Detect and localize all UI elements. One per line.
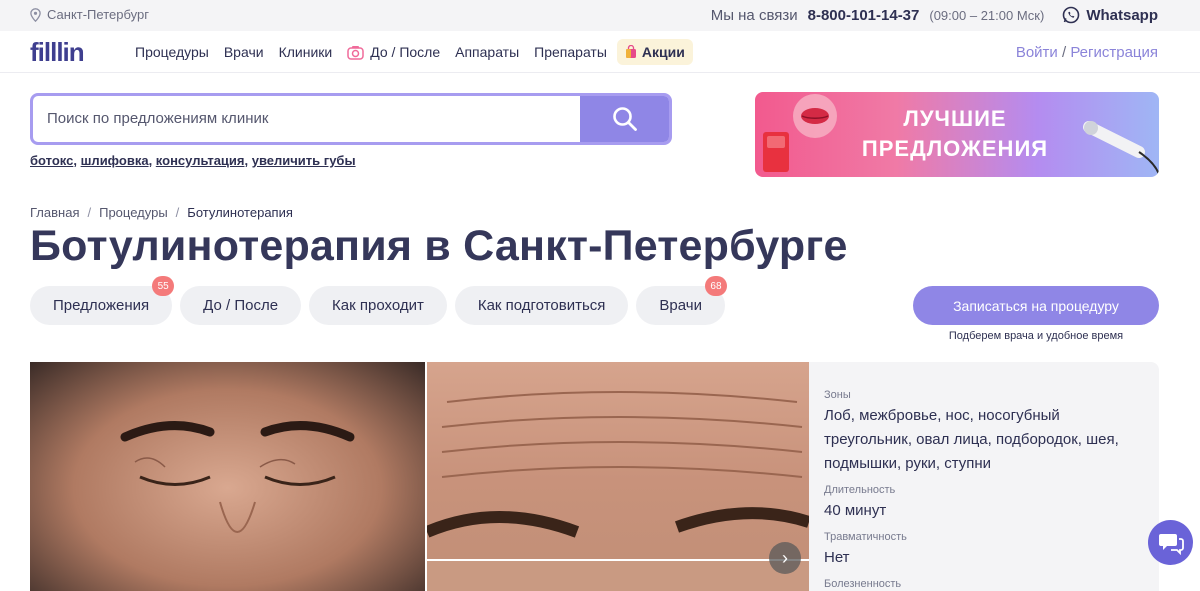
breadcrumb-separator: / [175, 205, 180, 220]
banner-line-2: ПРЕДЛОЖЕНИЯ [861, 136, 1049, 161]
nav-item-drugs[interactable]: Препараты [534, 44, 607, 60]
tab-offers-label: Предложения [53, 297, 150, 314]
nav-item-doctors[interactable]: Врачи [224, 44, 264, 60]
nav-item-promo[interactable]: Акции [616, 39, 693, 65]
search-hints: ботокс, шлифовка, консультация, увеличит… [30, 153, 356, 168]
banner-text: ЛУЧШИЕ ПРЕДЛОЖЕНИЯ [845, 104, 1065, 164]
nav-item-devices[interactable]: Аппараты [455, 44, 519, 60]
photo-gallery: › [30, 362, 809, 591]
promo-banner[interactable]: ЛУЧШИЕ ПРЕДЛОЖЕНИЯ [755, 92, 1159, 177]
main-nav: filllin Процедуры Врачи Клиники До / Пос… [0, 31, 1200, 73]
hint-link[interactable]: увеличить губы [252, 153, 356, 168]
search-input[interactable]: Поиск по предложениям клиник [47, 110, 268, 127]
chat-button[interactable] [1148, 520, 1193, 565]
doctors-count-badge: 68 [704, 276, 727, 296]
nav-item-before-after[interactable]: До / После [347, 44, 440, 60]
search-icon [612, 107, 637, 131]
banner-line-1: ЛУЧШИЕ [903, 106, 1007, 131]
city-selector[interactable]: Санкт-Петербург [30, 7, 149, 22]
nav-item-clinics[interactable]: Клиники [279, 44, 333, 60]
search-button[interactable] [580, 96, 669, 142]
nav-item-before-after-label: До / После [370, 44, 441, 60]
pain-label: Болезненность [824, 578, 902, 590]
tab-doctors[interactable]: Врачи 68 [636, 276, 727, 325]
site-logo[interactable]: filllin [30, 37, 85, 68]
breadcrumb-procedures[interactable]: Процедуры [99, 205, 168, 220]
procedure-info-panel: Зоны Лоб, межбровье, нос, носогубный тре… [809, 362, 1159, 591]
gallery-photo-forehead[interactable] [424, 362, 809, 559]
register-link[interactable]: Регистрация [1070, 44, 1158, 61]
section-tabs: Предложения 55 До / После Как проходит К… [30, 276, 727, 325]
cta-subtitle: Подберем врача и удобное время [948, 330, 1124, 342]
duration-value: 40 минут [824, 502, 887, 519]
whatsapp-link[interactable]: Whatsapp [1062, 6, 1158, 24]
location-pin-icon [30, 7, 41, 22]
phone-link[interactable]: 8-800-101-14-37 [808, 7, 920, 24]
nav-menu: Процедуры Врачи Клиники До / После Аппар… [135, 39, 693, 65]
offers-count-badge: 55 [152, 276, 175, 296]
tab-how-it-goes-label: Как проходит [332, 297, 424, 314]
gallery-photo-forehead-after[interactable] [427, 561, 809, 591]
lips-illustration [763, 94, 837, 172]
contact-block: Мы на связи 8-800-101-14-37 (09:00 – 21:… [711, 6, 1158, 24]
whatsapp-icon [1063, 6, 1080, 24]
page-title: Ботулинотерапия в Санкт-Петербурге [30, 222, 848, 270]
breadcrumb-current: Ботулинотерапия [187, 205, 293, 220]
zones-label: Зоны [824, 389, 851, 401]
breadcrumb-separator: / [87, 205, 92, 220]
nav-item-promo-label: Акции [641, 44, 685, 60]
login-link[interactable]: Войти [1016, 44, 1058, 61]
tab-before-after-label: До / После [203, 297, 279, 314]
trauma-value: Нет [824, 549, 850, 566]
hint-link[interactable]: консультация [156, 153, 245, 168]
search-box[interactable]: Поиск по предложениям клиник [30, 93, 672, 145]
tab-offers[interactable]: Предложения 55 [30, 276, 175, 325]
auth-links: Войти / Регистрация [1016, 44, 1158, 61]
contact-label: Мы на связи [710, 6, 798, 24]
hint-link[interactable]: ботокс [30, 153, 73, 168]
shopping-bag-icon [625, 45, 636, 58]
device-illustration [1083, 121, 1159, 175]
breadcrumb-home[interactable]: Главная [30, 205, 79, 220]
tab-preparation[interactable]: Как подготовиться [454, 286, 629, 325]
city-label: Санкт-Петербург [47, 7, 149, 22]
auth-separator: / [1061, 44, 1067, 61]
work-hours: (09:00 – 21:00 Мск) [929, 7, 1045, 23]
camera-icon [347, 45, 364, 60]
face-illustration [120, 421, 355, 533]
breadcrumb: Главная / Процедуры / Ботулинотерапия [30, 205, 293, 220]
whatsapp-label: Whatsapp [1086, 6, 1158, 24]
hint-link[interactable]: шлифовка [81, 153, 149, 168]
tab-doctors-label: Врачи [659, 297, 702, 314]
gallery-next-arrow[interactable]: › [769, 542, 801, 574]
chat-icon [1158, 533, 1184, 555]
tab-preparation-label: Как подготовиться [477, 297, 606, 314]
nav-item-procedures[interactable]: Процедуры [135, 44, 209, 60]
book-procedure-button[interactable]: Записаться на процедуру [913, 286, 1159, 325]
zones-value: Лоб, межбровье, нос, носогубный треуголь… [824, 407, 1119, 472]
gallery-photo-face[interactable] [30, 362, 425, 591]
trauma-label: Травматичность [824, 531, 907, 543]
tab-how-it-goes[interactable]: Как проходит [309, 286, 447, 325]
top-bar: Санкт-Петербург Мы на связи 8-800-101-14… [0, 0, 1200, 31]
forehead-illustration [424, 391, 809, 538]
duration-label: Длительность [824, 484, 896, 496]
tab-before-after[interactable]: До / После [180, 286, 302, 325]
